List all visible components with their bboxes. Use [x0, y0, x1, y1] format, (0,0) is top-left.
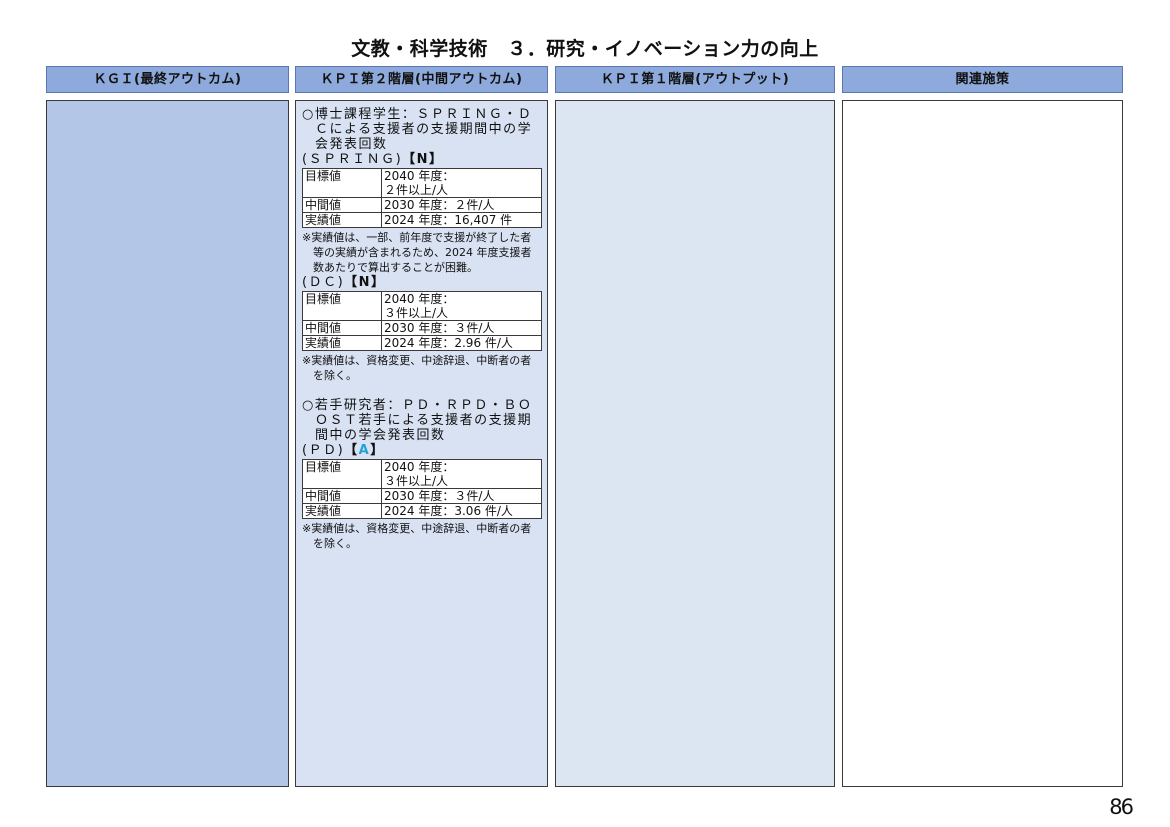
pd-badge-open: 【 — [344, 443, 359, 458]
spring-kpi-table: 目標値 2040 年度： ２件以上/人 中間値 2030 年度：２件/人 実績値 … — [302, 168, 542, 228]
target-value-year: 2040 年度： — [384, 460, 455, 474]
actual-label: 実績値 — [302, 335, 382, 351]
table-row: 実績値 2024 年度：2.96 件/人 — [302, 335, 542, 351]
column-body-related-policies — [842, 100, 1123, 787]
table-row: 中間値 2030 年度：２件/人 — [302, 197, 542, 213]
target-value-year: 2040 年度： — [384, 292, 455, 306]
page-number: 86 — [1109, 795, 1134, 819]
column-header-kpi-level1: ＫＰＩ第１階層(アウトプット) — [555, 66, 835, 93]
table-row: 目標値 2040 年度： ３件以上/人 — [302, 459, 542, 489]
actual-value: 2024 年度：16,407 件 — [381, 212, 542, 228]
target-label: 目標値 — [302, 168, 382, 198]
target-value: 2040 年度： ３件以上/人 — [381, 291, 542, 321]
table-row: 中間値 2030 年度：３件/人 — [302, 488, 542, 504]
actual-value: 2024 年度：3.06 件/人 — [381, 503, 542, 519]
dc-note: ※実績値は、資格変更、中途辞退、中断者の者を除く。 — [302, 354, 532, 382]
actual-label: 実績値 — [302, 212, 382, 228]
page-title: 文教・科学技術 ３．研究・イノベーション力の向上 — [351, 38, 819, 60]
actual-label: 実績値 — [302, 503, 382, 519]
target-value-amount: ３件以上/人 — [384, 306, 449, 320]
indicator-heading-young-researchers: ○若手研究者：ＰＤ・ＲＰＤ・ＢＯＯＳＴ若手による支援者の支援期間中の学会発表回数 — [302, 398, 533, 443]
column-body-kpi-level1 — [555, 100, 835, 787]
spring-label: (ＳＰＲＩＮＧ) — [302, 152, 403, 167]
midterm-label: 中間値 — [302, 320, 382, 336]
pd-badge-letter: A — [358, 443, 371, 458]
dc-label: (ＤＣ) — [302, 275, 345, 290]
target-label: 目標値 — [302, 291, 382, 321]
midterm-value: 2030 年度：２件/人 — [381, 197, 542, 213]
midterm-value: 2030 年度：３件/人 — [381, 488, 542, 504]
column-header-kgi: ＫＧＩ(最終アウトカム) — [46, 66, 289, 93]
table-row: 目標値 2040 年度： ２件以上/人 — [302, 168, 542, 198]
actual-value: 2024 年度：2.96 件/人 — [381, 335, 542, 351]
target-value-amount: ２件以上/人 — [384, 183, 449, 197]
column-header-related-policies: 関連施策 — [842, 66, 1123, 93]
kpi-level2-content: ○博士課程学生：ＳＰＲＩＮＧ・ＤＣによる支援者の支援期間中の学会発表回数 (ＳＰ… — [302, 107, 542, 551]
spring-subheading: (ＳＰＲＩＮＧ)【N】 — [302, 152, 542, 167]
table-row: 中間値 2030 年度：３件/人 — [302, 320, 542, 336]
pd-label: (ＰＤ) — [302, 443, 345, 458]
spring-status-badge: 【N】 — [402, 152, 444, 167]
column-body-kgi — [46, 100, 289, 787]
target-value-year: 2040 年度： — [384, 169, 455, 183]
indicator-heading-doctoral: ○博士課程学生：ＳＰＲＩＮＧ・ＤＣによる支援者の支援期間中の学会発表回数 — [302, 107, 533, 152]
target-value-amount: ３件以上/人 — [384, 474, 449, 488]
table-row: 目標値 2040 年度： ３件以上/人 — [302, 291, 542, 321]
midterm-value: 2030 年度：３件/人 — [381, 320, 542, 336]
pd-status-badge: 【A】 — [344, 443, 385, 458]
target-value: 2040 年度： ３件以上/人 — [381, 459, 542, 489]
column-body-kpi-level2: ○博士課程学生：ＳＰＲＩＮＧ・ＤＣによる支援者の支援期間中の学会発表回数 (ＳＰ… — [295, 100, 548, 787]
target-value: 2040 年度： ２件以上/人 — [381, 168, 542, 198]
table-row: 実績値 2024 年度：16,407 件 — [302, 212, 542, 228]
dc-kpi-table: 目標値 2040 年度： ３件以上/人 中間値 2030 年度：３件/人 実績値 … — [302, 291, 542, 351]
spring-note: ※実績値は、一部、前年度で支援が終了した者等の実績が含まれるため、2024 年度… — [302, 231, 532, 274]
dc-status-badge: 【N】 — [344, 275, 386, 290]
table-row: 実績値 2024 年度：3.06 件/人 — [302, 503, 542, 519]
dc-subheading: (ＤＣ)【N】 — [302, 275, 542, 290]
pd-note: ※実績値は、資格変更、中途辞退、中断者の者を除く。 — [302, 522, 532, 550]
pd-subheading: (ＰＤ)【A】 — [302, 443, 542, 458]
target-label: 目標値 — [302, 459, 382, 489]
midterm-label: 中間値 — [302, 197, 382, 213]
pd-kpi-table: 目標値 2040 年度： ３件以上/人 中間値 2030 年度：３件/人 実績値 … — [302, 459, 542, 519]
pd-badge-close: 】 — [370, 443, 385, 458]
midterm-label: 中間値 — [302, 488, 382, 504]
column-header-kpi-level2: ＫＰＩ第２階層(中間アウトカム) — [295, 66, 548, 93]
